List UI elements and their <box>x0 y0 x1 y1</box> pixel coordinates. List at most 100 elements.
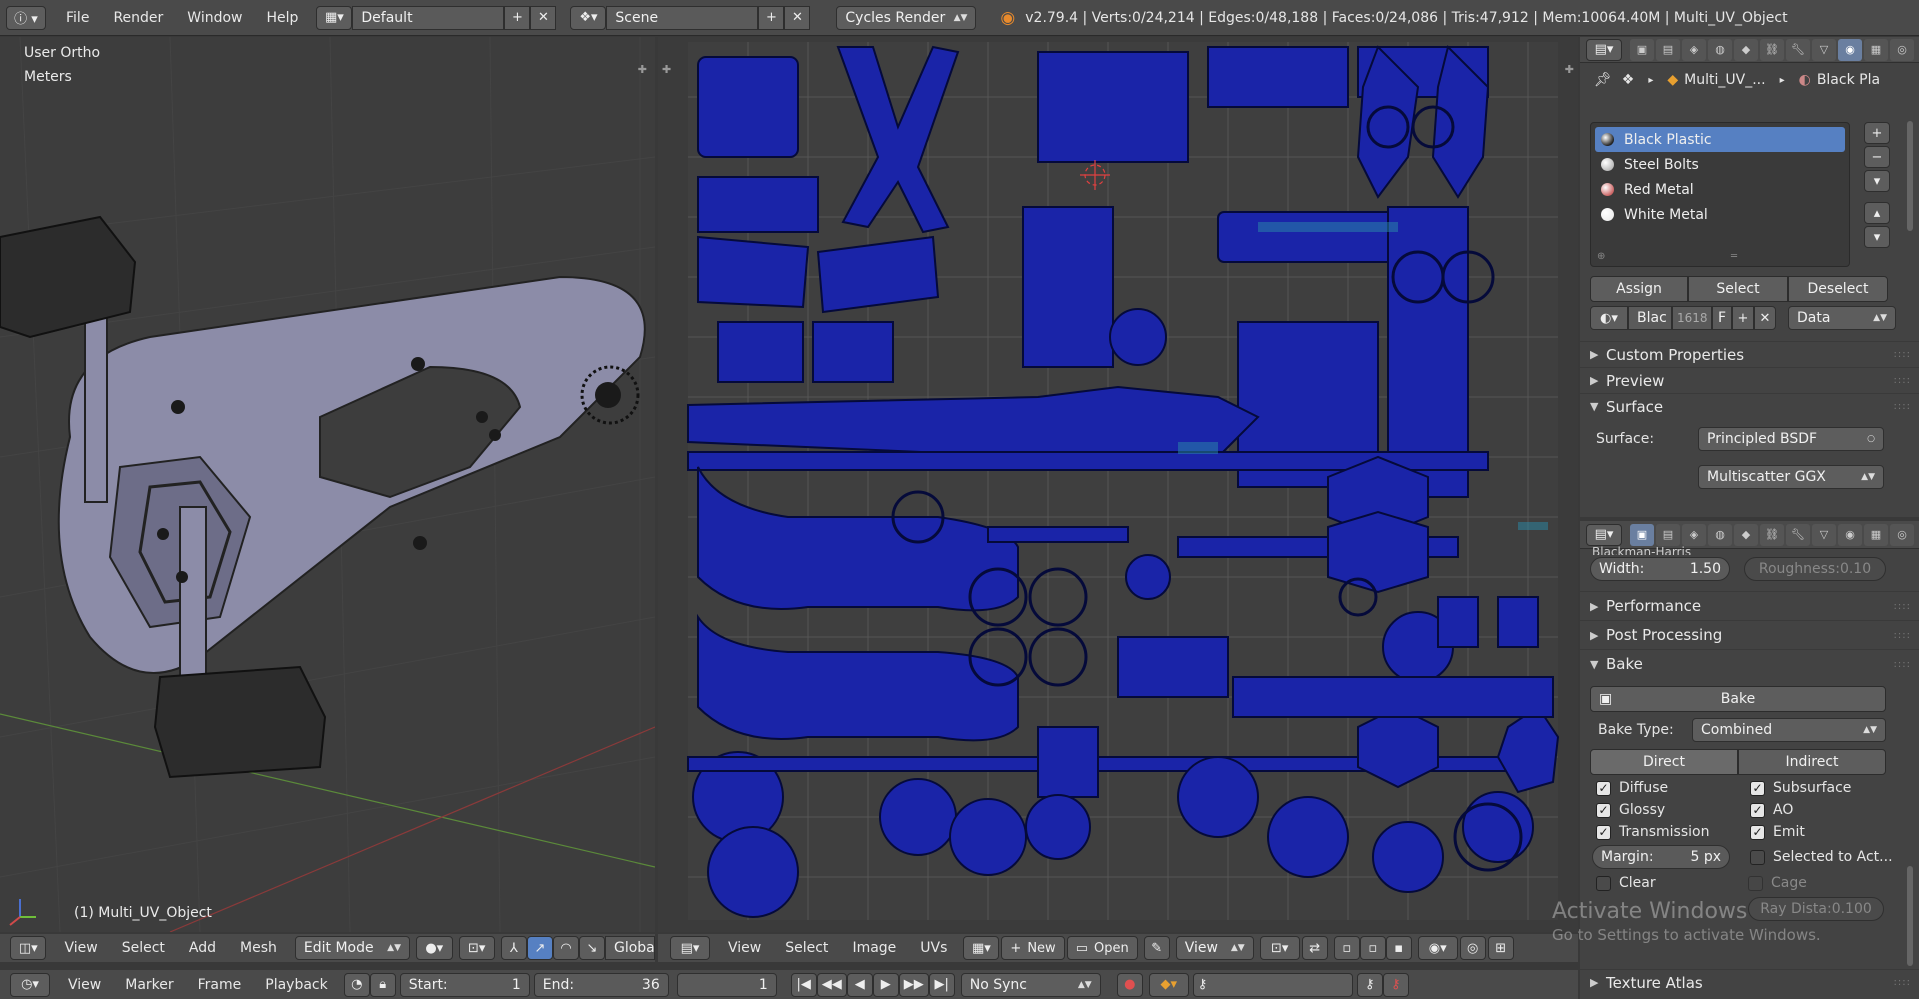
material-slot-item[interactable]: White Metal <box>1595 202 1845 227</box>
object-tab-icon[interactable]: ◆ <box>1734 38 1758 61</box>
play-button[interactable]: ▶ <box>872 972 899 997</box>
constraints-tab-icon[interactable]: ⛓ <box>1760 523 1784 546</box>
layout-name-field[interactable]: Default <box>352 5 505 30</box>
selected-to-active-checkbox[interactable]: Selected to Act... <box>1750 845 1893 869</box>
menu-file[interactable]: File <box>54 10 101 26</box>
render-engine-dropdown[interactable]: Cycles Render ▲▼ <box>836 5 977 30</box>
uv-snap-target-button[interactable]: ⊞ <box>1487 936 1514 960</box>
direct-toggle[interactable]: Direct <box>1590 749 1738 775</box>
lock-range-button[interactable]: 🔒︎ <box>369 972 396 997</box>
render-layers-tab-icon[interactable]: ▤ <box>1656 523 1680 546</box>
move-slot-up-button[interactable]: ▴ <box>1864 202 1890 224</box>
play-reverse-button[interactable]: ◀ <box>846 972 873 997</box>
clear-checkbox[interactable]: Clear <box>1596 871 1656 895</box>
translate-manipulator-button[interactable]: ↗ <box>526 936 553 960</box>
remove-scene-button[interactable]: ✕ <box>784 5 811 30</box>
bake-type-dropdown[interactable]: Combined ▲▼ <box>1692 718 1886 742</box>
add-scene-button[interactable]: + <box>758 5 785 30</box>
material-slot-item[interactable]: Black Plastic <box>1595 127 1845 152</box>
pin-icon-button[interactable]: ✎ <box>1143 936 1170 960</box>
move-slot-down-button[interactable]: ▾ <box>1864 226 1890 248</box>
open-image-button[interactable]: ▭ Open <box>1066 936 1138 960</box>
editor-type-properties-button[interactable]: ▤▾ <box>1586 38 1622 61</box>
pivot-dropdown[interactable]: ⊡▾ <box>458 936 495 960</box>
uv-menu-uvs[interactable]: UVs <box>908 940 959 956</box>
timeline-menu-frame[interactable]: Frame <box>186 977 254 993</box>
texture-atlas-panel[interactable]: ▶ Texture Atlas:::: <box>1580 969 1919 995</box>
scene-tab-icon[interactable]: ◈ <box>1682 523 1706 546</box>
filter-width-field[interactable]: Width: 1.50 <box>1590 557 1730 581</box>
mode-dropdown[interactable]: Edit Mode ▲▼ <box>294 936 411 960</box>
render-tab-icon[interactable]: ▣ <box>1630 523 1654 546</box>
corner-split-icon[interactable]: ✚ <box>662 63 671 76</box>
add-slot-button[interactable]: + <box>1864 122 1890 144</box>
remove-slot-button[interactable]: − <box>1864 146 1890 168</box>
custom-properties-panel[interactable]: ▶ Custom Properties:::: <box>1580 341 1919 367</box>
list-filter-icon[interactable]: ⊕ <box>1597 251 1605 262</box>
scale-manipulator-button[interactable]: ↘ <box>578 936 605 960</box>
viewport-menu-view[interactable]: View <box>52 940 109 956</box>
post-processing-panel[interactable]: ▶ Post Processing:::: <box>1580 620 1919 649</box>
uv-face-select-button[interactable]: ▪ <box>1385 936 1412 960</box>
physics-tab-icon[interactable]: ◎ <box>1890 523 1914 546</box>
modifiers-tab-icon[interactable]: 🔧︎ <box>1786 38 1810 61</box>
texture-tab-icon[interactable]: ▦ <box>1864 38 1888 61</box>
indirect-toggle[interactable]: Indirect <box>1738 749 1886 775</box>
bake-pass-checkbox[interactable]: ✓ Subsurface <box>1750 777 1900 799</box>
list-resize-grip[interactable]: ═ <box>1731 251 1737 262</box>
menu-window[interactable]: Window <box>175 10 254 26</box>
manipulator-toggle-button[interactable]: ⅄ <box>500 936 527 960</box>
material-scrollbar[interactable] <box>1907 121 1913 231</box>
material-tab-icon[interactable]: ◉ <box>1838 38 1862 61</box>
scene-tab-icon[interactable]: ◈ <box>1682 38 1706 61</box>
viewport-menu-mesh[interactable]: Mesh <box>228 940 289 956</box>
bake-button[interactable]: ▣ Bake <box>1590 686 1886 712</box>
data-tab-icon[interactable]: ▽ <box>1812 523 1836 546</box>
editor-type-timeline-button[interactable]: ◷▾ <box>10 972 50 997</box>
select-button[interactable]: Select <box>1688 276 1788 302</box>
delete-keyframe-button[interactable]: ⚷ <box>1382 972 1409 997</box>
menu-render[interactable]: Render <box>101 10 175 26</box>
scene-name-field[interactable]: Scene <box>606 5 759 30</box>
render-tab-icon[interactable]: ▣ <box>1630 38 1654 61</box>
bake-pass-checkbox[interactable]: ✓ Emit <box>1750 821 1900 843</box>
uv-sync-button[interactable]: ⇄ <box>1301 936 1328 960</box>
uv-menu-view[interactable]: View <box>716 940 773 956</box>
uv-snap-button[interactable]: ◎ <box>1459 936 1486 960</box>
jump-end-button[interactable]: ▶| <box>928 972 955 997</box>
uv-vertex-select-button[interactable]: ▫ <box>1333 936 1360 960</box>
new-image-button[interactable]: + New <box>1001 936 1065 960</box>
uv-proportional-button[interactable]: ◉▾ <box>1417 936 1458 960</box>
timeline-menu-playback[interactable]: Playback <box>253 977 339 993</box>
filter-type-cut[interactable]: Blackman-Harris <box>1592 545 1691 555</box>
menu-help[interactable]: Help <box>254 10 310 26</box>
sync-mode-dropdown[interactable]: No Sync ▲▼ <box>960 972 1101 997</box>
current-frame-field[interactable]: 1 <box>676 972 777 997</box>
corner-split-icon[interactable]: ✚ <box>1565 63 1574 76</box>
record-icon-button[interactable]: ● <box>1116 972 1143 997</box>
bake-pass-checkbox[interactable]: ✓ Transmission <box>1596 821 1746 843</box>
start-frame-field[interactable]: Start: 1 <box>399 972 530 997</box>
link-dropdown[interactable]: Data ▲▼ <box>1788 306 1896 330</box>
margin-field[interactable]: Margin: 5 px <box>1592 845 1730 869</box>
preview-panel[interactable]: ▶ Preview:::: <box>1580 367 1919 393</box>
viewport-3d[interactable]: User Ortho Meters (1) Multi_UV_Object ✚ <box>0 37 655 932</box>
editor-type-properties-button[interactable]: ▤▾ <box>1586 523 1622 546</box>
keying-set-button[interactable]: ◆▾ <box>1148 972 1189 997</box>
world-tab-icon[interactable]: ◍ <box>1708 38 1732 61</box>
rotate-manipulator-button[interactable]: ◠ <box>552 936 579 960</box>
jump-key-back-button[interactable]: ◀◀ <box>816 972 847 997</box>
material-slot-item[interactable]: Steel Bolts <box>1595 152 1845 177</box>
world-tab-icon[interactable]: ◍ <box>1708 523 1732 546</box>
uv-mode-dropdown[interactable]: View ▲▼ <box>1175 936 1254 960</box>
jump-key-forward-button[interactable]: ▶▶ <box>898 972 929 997</box>
scene-icon-button[interactable]: ❖▾ <box>570 5 607 30</box>
fake-user-button[interactable]: F <box>1712 306 1732 330</box>
new-material-button[interactable]: + <box>1732 306 1754 330</box>
viewport-menu-select[interactable]: Select <box>110 940 177 956</box>
performance-panel[interactable]: ▶ Performance:::: <box>1580 591 1919 620</box>
data-tab-icon[interactable]: ▽ <box>1812 38 1836 61</box>
add-layout-button[interactable]: + <box>504 5 531 30</box>
render-layers-tab-icon[interactable]: ▤ <box>1656 38 1680 61</box>
orientation-dropdown[interactable]: Globa <box>604 936 655 960</box>
